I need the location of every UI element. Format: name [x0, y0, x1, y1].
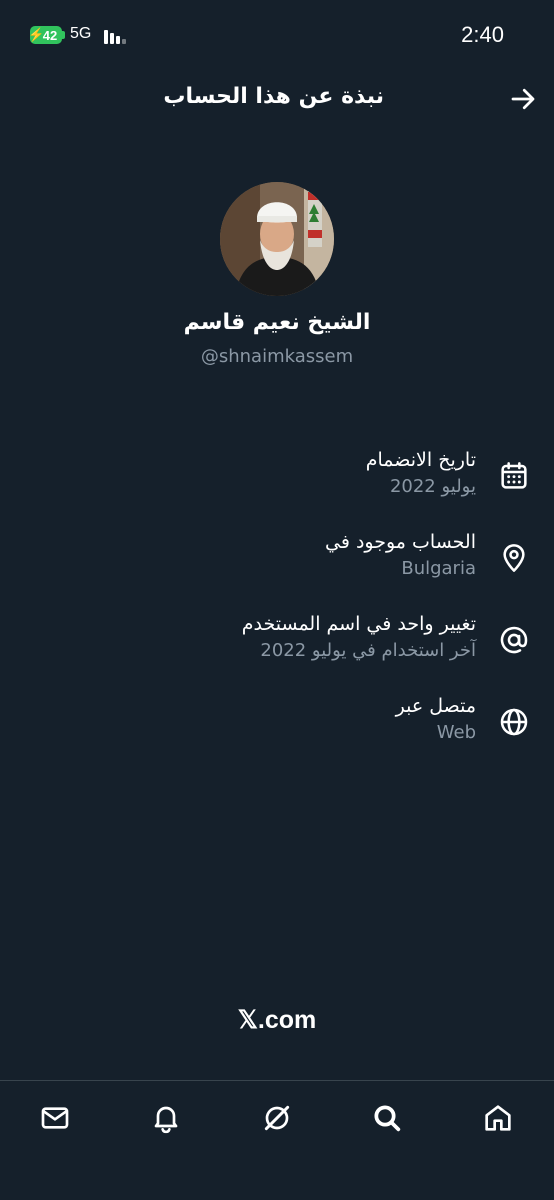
- display-name: الشيخ نعيم قاسم: [183, 310, 371, 335]
- info-row-join-date: تاريخ الانضمام يوليو 2022: [0, 446, 554, 506]
- tab-notifications[interactable]: [146, 1098, 186, 1138]
- location-pin-icon: [503, 544, 525, 572]
- info-value: يوليو 2022: [389, 476, 476, 497]
- tab-messages[interactable]: [35, 1098, 75, 1138]
- at-sign-icon: [500, 626, 528, 654]
- handle: @shnaimkassem: [200, 346, 354, 367]
- globe-icon: [500, 708, 528, 736]
- info-label: الحساب موجود في: [325, 531, 476, 553]
- battery-level: 42: [42, 27, 58, 43]
- info-row-username-changes: تغيير واحد في اسم المستخدم آخر استخدام ف…: [0, 610, 554, 670]
- info-row-location: الحساب موجود في Bulgaria: [0, 528, 554, 588]
- signal-strength-icon: [104, 28, 128, 44]
- grok-icon: [264, 1105, 290, 1131]
- charging-bolt-icon: ⚡: [28, 27, 45, 42]
- info-value: Bulgaria: [401, 558, 476, 579]
- tab-home[interactable]: [478, 1098, 518, 1138]
- header: نبذة عن هذا الحساب: [0, 70, 554, 126]
- battery-cap: [62, 31, 65, 39]
- info-row-connected-via: متصل عبر Web: [0, 692, 554, 752]
- mail-icon: [41, 1107, 69, 1129]
- info-label: متصل عبر: [395, 695, 476, 717]
- bell-icon: [154, 1106, 178, 1134]
- info-label: تاريخ الانضمام: [365, 449, 476, 471]
- status-bar: ⚡ 42 5G 2:40: [0, 0, 554, 70]
- info-value: Web: [436, 722, 476, 743]
- x-com-link[interactable]: 𝕏.com: [0, 1005, 554, 1035]
- page-title: نبذة عن هذا الحساب: [163, 84, 384, 109]
- calendar-icon: [501, 462, 527, 489]
- tab-grok[interactable]: [257, 1098, 297, 1138]
- profile-photo: [220, 182, 334, 296]
- clock: 2:40: [461, 22, 504, 47]
- network-type: 5G: [70, 25, 92, 42]
- battery-indicator: ⚡ 42: [28, 26, 62, 44]
- info-label: تغيير واحد في اسم المستخدم: [241, 613, 476, 635]
- avatar[interactable]: [220, 182, 334, 296]
- search-icon: [374, 1105, 401, 1132]
- tab-search[interactable]: [367, 1098, 407, 1138]
- arrow-right-icon[interactable]: [508, 84, 538, 114]
- bottom-tab-bar: [0, 1081, 554, 1200]
- home-icon: [485, 1105, 511, 1131]
- info-value: آخر استخدام في يوليو 2022: [260, 640, 476, 661]
